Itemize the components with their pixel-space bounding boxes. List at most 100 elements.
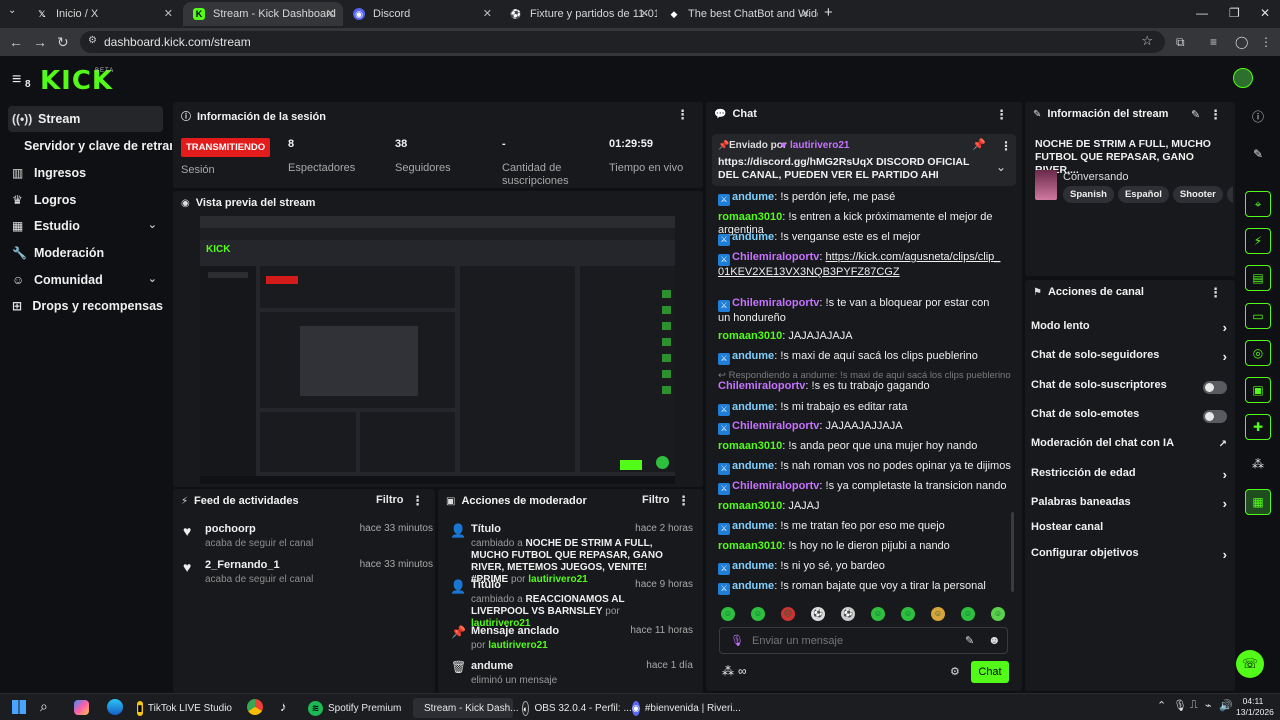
- clock[interactable]: 04:11 13/1/2026: [1236, 696, 1274, 718]
- emote-icon[interactable]: ☺: [961, 607, 975, 621]
- layout-icon[interactable]: ▣: [1245, 377, 1271, 403]
- channel-action-slow-mode[interactable]: Modo lento ›: [1031, 320, 1227, 340]
- wrench-icon[interactable]: ✚: [1245, 414, 1271, 440]
- feed-filter-button[interactable]: Filtro: [376, 494, 404, 506]
- pinned-username[interactable]: lautirivero21: [790, 140, 849, 151]
- sidebar-item-server-key[interactable]: Servidor y clave de retransmisión: [24, 133, 172, 159]
- network-icon[interactable]: ⌁: [1205, 699, 1212, 712]
- edge-icon[interactable]: [107, 699, 123, 715]
- more-options-icon[interactable]: ⋮: [676, 108, 689, 121]
- pinned-link[interactable]: https://discord.gg/hMG2RsUqX: [718, 156, 873, 168]
- emotes-only-toggle[interactable]: [1203, 410, 1227, 423]
- close-icon[interactable]: ✕: [640, 7, 649, 20]
- reload-icon[interactable]: ↻: [57, 34, 69, 50]
- focus-icon[interactable]: ⌖: [1245, 191, 1271, 217]
- tab-fixture[interactable]: ⚽ Fixture y partidos de 11-01-2026 ✕: [500, 2, 657, 26]
- more-options-icon[interactable]: ⋮: [677, 494, 690, 507]
- emote-icon[interactable]: ☺: [991, 607, 1005, 621]
- minimize-icon[interactable]: —: [1196, 6, 1208, 20]
- apps-icon[interactable]: ⁂: [1245, 452, 1271, 478]
- channel-action-age-restriction[interactable]: Restricción de edad ›: [1031, 467, 1227, 487]
- sidebar-item-stream[interactable]: ((•)) Stream: [8, 106, 163, 132]
- translate-icon[interactable]: ✎: [965, 634, 974, 647]
- channel-action-ai-moderation[interactable]: Moderación del chat con IA ↗: [1031, 437, 1227, 457]
- search-icon[interactable]: ⌕: [40, 698, 48, 715]
- emote-icon[interactable]: ☺: [721, 607, 735, 621]
- profile-icon[interactable]: ◯: [1235, 34, 1248, 50]
- microphone-icon[interactable]: 🎙: [1173, 699, 1187, 712]
- channel-action-followers-only[interactable]: Chat de solo-seguidores ›: [1031, 349, 1227, 369]
- taskbar-app-chrome[interactable]: Stream - Kick Dash...: [413, 698, 518, 718]
- close-window-icon[interactable]: ✕: [1260, 6, 1270, 20]
- close-icon[interactable]: ✕: [164, 7, 173, 20]
- mic-icon[interactable]: 🎙: [730, 634, 744, 647]
- sidebar-item-drops[interactable]: ⊞ Drops y recompensas: [8, 293, 163, 319]
- sidebar-item-ingresos[interactable]: ▥ Ingresos: [8, 160, 163, 186]
- category-name[interactable]: Conversando: [1063, 171, 1128, 183]
- volume-icon[interactable]: 🔊: [1219, 699, 1233, 712]
- tab-chatbot[interactable]: ◆ The best ChatBot and Widgets ✕: [658, 2, 818, 26]
- pencil-icon[interactable]: ✎: [1245, 142, 1271, 168]
- close-icon[interactable]: ✕: [801, 7, 810, 20]
- tab-search-icon[interactable]: ⌄: [8, 5, 16, 16]
- channel-action-host[interactable]: Hostear canal: [1031, 521, 1227, 541]
- forward-icon[interactable]: →: [33, 34, 47, 50]
- chrome-icon[interactable]: [247, 699, 263, 715]
- points-icon[interactable]: ⁂: [722, 664, 734, 678]
- hamburger-icon[interactable]: ≡: [12, 71, 21, 89]
- restore-icon[interactable]: ❐: [1229, 6, 1240, 20]
- emote-icon[interactable]: ☺: [931, 607, 945, 621]
- sidebar-item-estudio[interactable]: ▦ Estudio ⌄: [8, 213, 163, 239]
- usb-icon[interactable]: ⎍: [1190, 699, 1198, 712]
- tab-kick-dashboard[interactable]: K Stream - Kick Dashboard ✕: [183, 2, 343, 26]
- send-chat-button[interactable]: Chat: [971, 661, 1009, 683]
- channel-action-banned-words[interactable]: Palabras baneadas ›: [1031, 496, 1227, 516]
- menu-icon[interactable]: ⋮: [1260, 34, 1272, 50]
- tiktok-icon[interactable]: ♪: [280, 699, 287, 714]
- broadcast-icon[interactable]: ◎: [1245, 340, 1271, 366]
- support-chat-icon[interactable]: ☏: [1236, 650, 1264, 678]
- more-options-icon[interactable]: ⋮: [1000, 139, 1012, 153]
- pin-icon[interactable]: 📌: [972, 138, 986, 151]
- new-tab-icon[interactable]: +: [824, 4, 833, 21]
- more-options-icon[interactable]: ⋮: [1209, 286, 1222, 299]
- more-options-icon[interactable]: ⋮: [1209, 108, 1222, 121]
- settings-icon[interactable]: ⚙: [950, 665, 960, 678]
- emoji-icon[interactable]: ☻: [988, 633, 1001, 647]
- close-icon[interactable]: ✕: [326, 7, 335, 20]
- close-icon[interactable]: ✕: [483, 7, 492, 20]
- site-info-icon[interactable]: ⚙: [88, 35, 97, 46]
- feed-username[interactable]: 2_Fernando_1: [205, 559, 280, 571]
- emote-icon[interactable]: ☺: [871, 607, 885, 621]
- edit-icon[interactable]: ✎: [1191, 108, 1200, 121]
- address-bar[interactable]: ⚙ dashboard.kick.com/stream ☆: [80, 31, 1165, 53]
- bookmark-star-icon[interactable]: ☆: [1141, 33, 1153, 49]
- chat-icon[interactable]: ▭: [1245, 303, 1271, 329]
- back-icon[interactable]: ←: [9, 34, 23, 50]
- extensions-icon[interactable]: ⧉: [1176, 34, 1185, 50]
- subscribers-only-toggle[interactable]: [1203, 381, 1227, 394]
- chat-message-input[interactable]: [752, 632, 942, 649]
- clapper-icon[interactable]: ▦: [1245, 489, 1271, 515]
- emote-icon[interactable]: ☺: [901, 607, 915, 621]
- stream-preview-video[interactable]: KICK: [200, 216, 675, 484]
- feed-username[interactable]: pochoorp: [205, 523, 256, 535]
- chevron-down-icon[interactable]: ⌄: [996, 160, 1006, 174]
- info-icon[interactable]: ⓘ: [1245, 105, 1271, 131]
- emote-icon[interactable]: ⚽: [811, 607, 825, 621]
- emote-icon[interactable]: ⚽: [841, 607, 855, 621]
- tab-discord[interactable]: ◉ Discord ✕: [343, 2, 500, 26]
- taskbar-app-obs[interactable]: ◐ OBS 32.0.4 - Perfil: ...: [522, 698, 632, 718]
- more-options-icon[interactable]: ⋮: [995, 108, 1008, 121]
- more-options-icon[interactable]: ⋮: [411, 494, 424, 507]
- channel-action-goals[interactable]: Configurar objetivos ›: [1031, 547, 1227, 567]
- sidebar-item-comunidad[interactable]: ☺ Comunidad ⌄: [8, 267, 163, 293]
- document-icon[interactable]: ▤: [1245, 265, 1271, 291]
- media-icon[interactable]: ≡: [1210, 34, 1217, 50]
- windows-start-icon[interactable]: [12, 700, 26, 714]
- lightning-icon[interactable]: ⚡: [1245, 228, 1271, 254]
- taskbar-app-spotify[interactable]: ≋ Spotify Premium: [308, 698, 403, 718]
- taskbar-app-discord[interactable]: ◉ #bienvenida | Riveri...: [632, 698, 741, 718]
- sidebar-item-moderacion[interactable]: 🔧 Moderación: [8, 240, 163, 266]
- emote-icon[interactable]: ☹: [781, 607, 795, 621]
